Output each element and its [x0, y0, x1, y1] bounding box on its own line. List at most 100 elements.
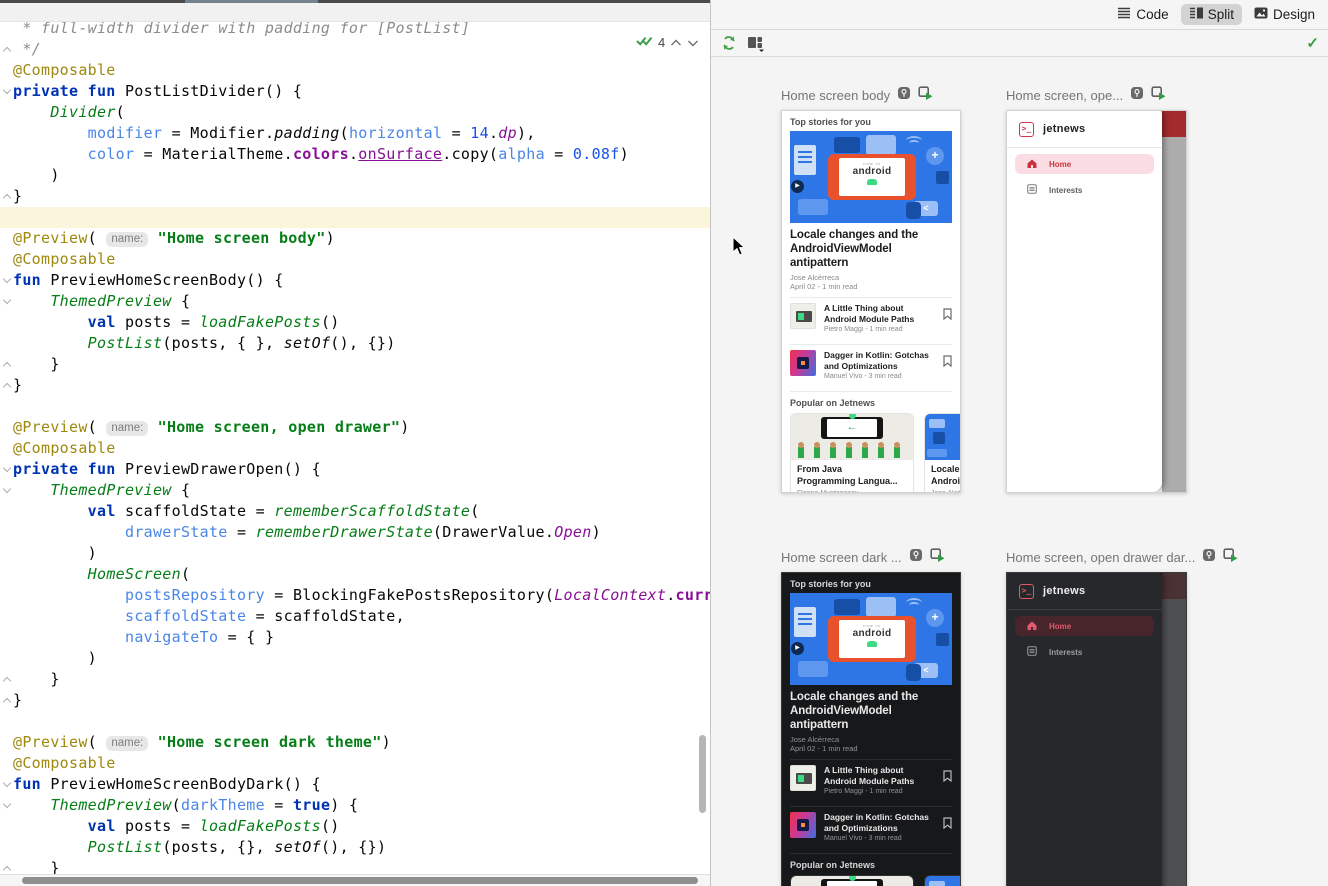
thumbnail-screen-shape: [796, 773, 812, 784]
code-line[interactable]: ): [0, 648, 710, 669]
interactive-preview-button[interactable]: [1202, 548, 1216, 567]
code-line[interactable]: val scaffoldState = rememberScaffoldStat…: [0, 501, 710, 522]
code-line[interactable]: @Preview( name: "Home screen body"): [0, 228, 710, 249]
code-line[interactable]: [0, 207, 710, 228]
popular-card: ←From JavaProgramming Langua...Florina M…: [790, 413, 914, 492]
post-title: A Little Thing about Android Module Path…: [824, 303, 935, 324]
android-robot-shape: [867, 179, 877, 185]
interactive-preview-button[interactable]: [1130, 86, 1144, 105]
next-issue-button[interactable]: [687, 35, 699, 50]
preview-card[interactable]: Top stories for you+<▶now inandroidLocal…: [781, 572, 961, 886]
code-token: "Home screen body": [158, 229, 326, 247]
code-line[interactable]: color = MaterialTheme.colors.onSurface.c…: [0, 144, 710, 165]
mode-design-button[interactable]: Design: [1246, 4, 1323, 25]
code-line[interactable]: ): [0, 543, 710, 564]
post-title: Dagger in Kotlin: Gotchas and Optimizati…: [824, 812, 935, 833]
code-line[interactable]: }: [0, 186, 710, 207]
code-content[interactable]: * full-width divider with padding for [P…: [0, 22, 710, 874]
hand-shape: [862, 447, 868, 458]
mode-code-button[interactable]: Code: [1109, 4, 1176, 25]
chat-bubble-shape: [866, 597, 896, 617]
code-line[interactable]: @Preview( name: "Home screen, open drawe…: [0, 417, 710, 438]
run-preview-on-device-button[interactable]: [1223, 548, 1238, 567]
code-token: 14: [470, 124, 489, 142]
parameter-hint: name:: [106, 232, 148, 247]
code-line[interactable]: fun PreviewHomeScreenBody() {: [0, 270, 710, 291]
code-line[interactable]: scaffoldState = scaffoldState,: [0, 606, 710, 627]
code-line[interactable]: [0, 396, 710, 417]
code-token: PostListDivider() {: [116, 82, 303, 100]
preview-card[interactable]: >_jetnewsHomeInterests: [1006, 572, 1187, 886]
drawer-item-interests: Interests: [1015, 642, 1154, 662]
refresh-previews-button[interactable]: [721, 35, 737, 51]
code-token: ) {: [330, 796, 358, 814]
code-line[interactable]: HomeScreen(: [0, 564, 710, 585]
code-line[interactable]: drawerState = rememberDrawerState(Drawer…: [0, 522, 710, 543]
popular-card-text: Locale changes and theAndroidViewModel a…: [925, 460, 960, 492]
hero-shape: [798, 151, 812, 153]
code-line[interactable]: Divider(: [0, 102, 710, 123]
hero-shape: [927, 449, 947, 457]
mode-split-button[interactable]: Split: [1181, 4, 1242, 25]
prev-issue-button[interactable]: [670, 35, 682, 50]
post-text: A Little Thing about Android Module Path…: [824, 303, 935, 333]
inspections-widget[interactable]: 4: [636, 34, 699, 50]
code-line[interactable]: PostList(posts, { }, setOf(), {}): [0, 333, 710, 354]
code-line[interactable]: ThemedPreview {: [0, 480, 710, 501]
interactive-preview-button[interactable]: [909, 548, 923, 567]
interactive-preview-button[interactable]: [897, 86, 911, 105]
preview-section: Home screen, open drawer dar...>_jetnews…: [1006, 548, 1238, 886]
code-line[interactable]: modifier = Modifier.padding(horizontal =…: [0, 123, 710, 144]
view-options-button[interactable]: [747, 35, 765, 52]
code-line[interactable]: val posts = loadFakePosts(): [0, 816, 710, 837]
hero-shape: [936, 171, 949, 184]
code-line[interactable]: }: [0, 858, 710, 874]
drawer-item-home: Home: [1015, 154, 1154, 174]
code-token: dp: [498, 124, 517, 142]
code-line[interactable]: * full-width divider with padding for [P…: [0, 22, 710, 39]
code-line[interactable]: postsRepository = BlockingFakePostsRepos…: [0, 585, 710, 606]
code-line[interactable]: ThemedPreview(darkTheme = true) {: [0, 795, 710, 816]
run-preview-on-device-button[interactable]: [918, 86, 933, 105]
code-line[interactable]: */: [0, 39, 710, 60]
code-token: .: [489, 124, 498, 142]
preview-header: Home screen, ope...: [1006, 86, 1187, 104]
code-token: horizontal: [349, 124, 442, 142]
editor-horizontal-scrollbar[interactable]: [0, 874, 710, 886]
code-line[interactable]: @Composable: [0, 438, 710, 459]
bookmark-icon: [943, 354, 952, 371]
code-line[interactable]: ThemedPreview {: [0, 291, 710, 312]
code-line[interactable]: @Preview( name: "Home screen dark theme"…: [0, 732, 710, 753]
code-token: [148, 418, 157, 436]
run-preview-on-device-button[interactable]: [1151, 86, 1166, 105]
code-line[interactable]: @Composable: [0, 60, 710, 81]
horizontal-scrollbar-thumb[interactable]: [22, 877, 698, 884]
post-meta: Pietro Maggi - 1 min read: [824, 326, 935, 333]
code-line[interactable]: navigateTo = { }: [0, 627, 710, 648]
code-token: (: [116, 103, 125, 121]
run-preview-on-device-button[interactable]: [930, 548, 945, 567]
editor-vertical-scrollbar[interactable]: [699, 735, 706, 813]
code-line[interactable]: }: [0, 669, 710, 690]
parameter-hint: name:: [106, 736, 148, 751]
code-line[interactable]: }: [0, 354, 710, 375]
preview-card[interactable]: Top stories for you+<▶now inandroidLocal…: [781, 110, 961, 493]
code-line[interactable]: private fun PostListDivider() {: [0, 81, 710, 102]
popular-card-image: ←: [791, 414, 913, 460]
code-line[interactable]: }: [0, 690, 710, 711]
code-line[interactable]: val posts = loadFakePosts(): [0, 312, 710, 333]
code-line[interactable]: @Composable: [0, 249, 710, 270]
code-line[interactable]: fun PreviewHomeScreenBodyDark() {: [0, 774, 710, 795]
post-list-item: A Little Thing about Android Module Path…: [790, 760, 952, 800]
code-line[interactable]: ): [0, 165, 710, 186]
home-icon: [1027, 155, 1037, 173]
editor-body[interactable]: * full-width divider with padding for [P…: [0, 22, 710, 874]
code-line[interactable]: private fun PreviewDrawerOpen() {: [0, 459, 710, 480]
code-token: modifier: [88, 124, 163, 142]
code-line[interactable]: @Composable: [0, 753, 710, 774]
code-line[interactable]: PostList(posts, {}, setOf(), {}): [0, 837, 710, 858]
code-line[interactable]: [0, 711, 710, 732]
code-line[interactable]: }: [0, 375, 710, 396]
phone-screen: ←: [827, 881, 877, 886]
preview-card[interactable]: >_jetnewsHomeInterests: [1006, 110, 1187, 493]
